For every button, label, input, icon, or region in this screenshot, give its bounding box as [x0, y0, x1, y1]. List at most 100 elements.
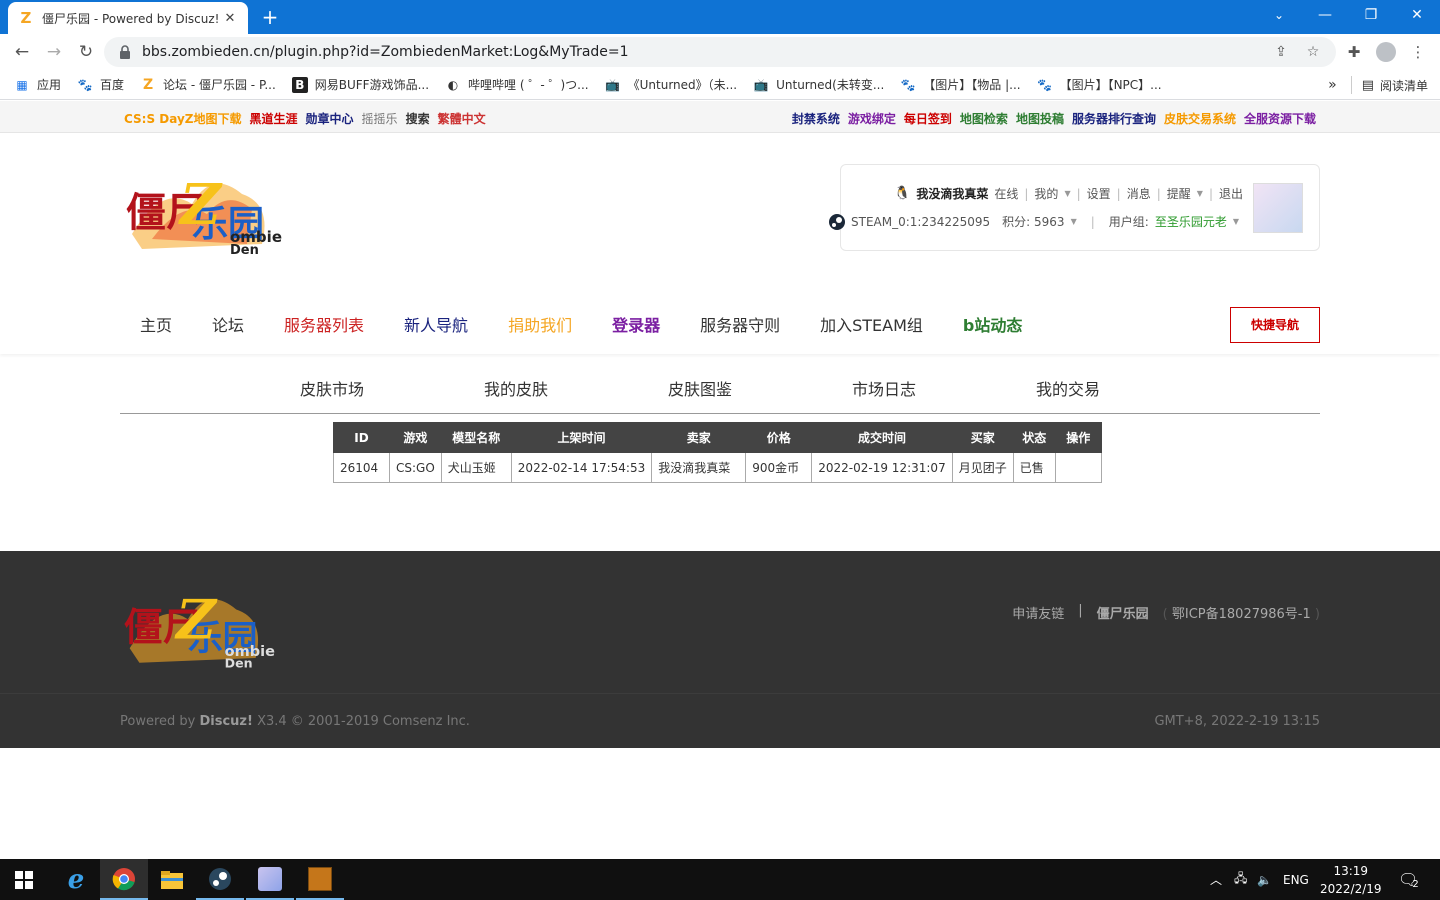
- top-link[interactable]: 封禁系统: [792, 110, 840, 127]
- reminders-link[interactable]: 提醒: [1167, 185, 1191, 202]
- logout-link[interactable]: 退出: [1219, 185, 1243, 202]
- file-explorer-taskbar-icon[interactable]: [148, 859, 196, 900]
- anime-app-taskbar-icon[interactable]: [246, 859, 294, 900]
- csgo-taskbar-icon[interactable]: [296, 859, 344, 900]
- browser-title-bar: Z 僵尸乐园 - Powered by Discuz! ✕ + ⌄ — ❐ ✕: [0, 0, 1440, 34]
- main-nav-item[interactable]: 论坛: [192, 312, 264, 336]
- menu-kebab-icon[interactable]: ⋮: [1408, 42, 1428, 62]
- main-nav-item[interactable]: 服务器列表: [264, 312, 384, 336]
- top-link[interactable]: 每日签到: [904, 110, 952, 127]
- top-link[interactable]: 皮肤交易系统: [1164, 110, 1236, 127]
- chrome-taskbar-icon[interactable]: [100, 859, 148, 900]
- col-seller: 卖家: [651, 422, 747, 453]
- bookmark-item[interactable]: ▦ 应用: [14, 76, 61, 93]
- subnav-skin-gallery[interactable]: 皮肤图鉴: [668, 376, 732, 400]
- main-nav-item[interactable]: 服务器守则: [680, 312, 800, 336]
- steam-id[interactable]: STEAM_0:1:234225095: [851, 215, 990, 229]
- close-window-button[interactable]: ✕: [1394, 0, 1440, 34]
- volume-icon[interactable]: 🔈: [1257, 859, 1272, 900]
- separator-divider: [1350, 76, 1352, 94]
- back-arrow-icon[interactable]: ←: [10, 40, 34, 64]
- tray-overflow-chevron-icon[interactable]: ︿: [1210, 859, 1222, 900]
- user-group-value[interactable]: 至圣乐园元老: [1155, 213, 1227, 230]
- bookmark-star-icon[interactable]: ☆: [1304, 43, 1322, 61]
- lock-icon: [120, 45, 130, 59]
- subnav-skin-market[interactable]: 皮肤市场: [300, 376, 364, 400]
- paren-close: ): [1314, 607, 1320, 622]
- my-menu-link[interactable]: 我的: [1034, 185, 1058, 202]
- start-button[interactable]: [0, 859, 48, 900]
- icp-link[interactable]: 鄂ICP备18027986号-1: [1172, 607, 1311, 622]
- bookmark-item[interactable]: 📺 Unturned(未转变...: [753, 76, 885, 93]
- discuz-link[interactable]: Discuz!: [199, 714, 252, 729]
- bookmarks-overflow-button[interactable]: »: [1328, 77, 1337, 93]
- top-link[interactable]: 全服资源下载: [1244, 110, 1316, 127]
- top-link[interactable]: 游戏绑定: [848, 110, 896, 127]
- main-nav-item[interactable]: 主页: [120, 312, 192, 336]
- steam-app-icon: [209, 867, 231, 890]
- user-avatar[interactable]: [1253, 183, 1303, 233]
- share-icon[interactable]: ⇪: [1272, 43, 1290, 61]
- ie-taskbar-icon[interactable]: e: [52, 859, 100, 900]
- top-link[interactable]: 地图投稿: [1016, 110, 1064, 127]
- subnav-my-trades[interactable]: 我的交易: [1036, 376, 1100, 400]
- messages-link[interactable]: 消息: [1127, 185, 1151, 202]
- top-link[interactable]: 繁體中文: [438, 110, 486, 127]
- bookmark-item[interactable]: 🐾 百度: [77, 76, 125, 93]
- top-link[interactable]: 勋章中心: [306, 110, 354, 127]
- subnav-market-log[interactable]: 市场日志: [852, 376, 916, 400]
- main-nav-item[interactable]: 加入STEAM组: [800, 312, 943, 336]
- username-link[interactable]: 我没滴我真菜: [916, 185, 988, 202]
- restore-button[interactable]: ❐: [1348, 0, 1394, 34]
- separator: |: [1078, 603, 1083, 618]
- bookmark-item[interactable]: ◐ 哔哩哔哩 ( ゜- ゜)つ...: [445, 76, 589, 93]
- bookmark-item[interactable]: B 网易BUFF游戏饰品...: [291, 76, 429, 93]
- tab-close-icon[interactable]: ✕: [222, 11, 238, 26]
- zombieden-z-icon: Z: [142, 76, 154, 93]
- top-link[interactable]: 地图检索: [960, 110, 1008, 127]
- main-nav-item[interactable]: 新人导航: [384, 312, 488, 336]
- quick-nav-button[interactable]: 快捷导航: [1230, 307, 1320, 343]
- input-language[interactable]: ENG: [1283, 859, 1309, 900]
- top-link[interactable]: 服务器排行查询: [1072, 110, 1156, 127]
- folder-icon: [161, 870, 183, 889]
- points-link[interactable]: 积分: 5963: [1002, 213, 1064, 230]
- bookmark-item[interactable]: Z 论坛 - 僵尸乐园 - P...: [140, 76, 276, 93]
- reading-list-button[interactable]: 阅读清单: [1380, 77, 1428, 94]
- new-tab-button[interactable]: +: [258, 5, 282, 29]
- subnav-my-skins[interactable]: 我的皮肤: [484, 376, 548, 400]
- online-status[interactable]: 在线: [994, 185, 1018, 202]
- browser-tab[interactable]: Z 僵尸乐园 - Powered by Discuz! ✕: [8, 2, 248, 34]
- reload-icon[interactable]: ↻: [74, 40, 98, 64]
- browser-toolbar: ← → ↻ bbs.zombieden.cn/plugin.php?id=Zom…: [0, 34, 1440, 70]
- bilibili-tv-icon: 📺: [753, 77, 769, 92]
- extensions-puzzle-icon[interactable]: ✚: [1344, 42, 1364, 62]
- footer-logo[interactable]: 僵尸 乐园 Z ombie Den: [120, 579, 275, 671]
- profile-avatar-icon[interactable]: [1376, 42, 1396, 62]
- settings-link[interactable]: 设置: [1087, 185, 1111, 202]
- minimize-button[interactable]: —: [1302, 0, 1348, 34]
- bookmark-item[interactable]: 🐾 【图片】【NPC】...: [1037, 76, 1162, 93]
- forward-arrow-icon[interactable]: →: [42, 40, 66, 64]
- top-link[interactable]: 搜索: [406, 110, 430, 127]
- bookmark-label: 《Unturned》（未...: [627, 78, 738, 92]
- main-nav-item[interactable]: b站动态: [943, 312, 1042, 336]
- network-icon[interactable]: 🖧: [1234, 859, 1247, 900]
- separator: |: [1116, 186, 1121, 201]
- bookmark-item[interactable]: 🐾 【图片】【物品 |...: [900, 76, 1021, 93]
- clock[interactable]: 13:19 2022/2/19: [1320, 859, 1382, 900]
- zombieden-logo[interactable]: 僵尸 乐园 Z ombie Den: [122, 164, 282, 256]
- top-link[interactable]: CS:S DayZ地图下载: [124, 110, 242, 127]
- address-bar[interactable]: bbs.zombieden.cn/plugin.php?id=Zombieden…: [104, 37, 1336, 67]
- top-link[interactable]: 黑道生涯: [250, 110, 298, 127]
- site-name-link[interactable]: 僵尸乐园: [1097, 603, 1149, 622]
- action-center-icon[interactable]: 🗨 2: [1398, 859, 1419, 900]
- tab-search-chevron-icon[interactable]: ⌄: [1256, 0, 1302, 34]
- steam-taskbar-icon[interactable]: [196, 859, 244, 900]
- main-nav-item[interactable]: 登录器: [592, 312, 680, 336]
- top-link[interactable]: 摇摇乐: [362, 110, 398, 127]
- bookmark-item[interactable]: 📺 《Unturned》（未...: [605, 76, 737, 93]
- main-nav-item[interactable]: 捐助我们: [488, 312, 592, 336]
- apply-friend-link[interactable]: 申请友链: [1012, 603, 1064, 622]
- paren-open: (: [1162, 607, 1168, 622]
